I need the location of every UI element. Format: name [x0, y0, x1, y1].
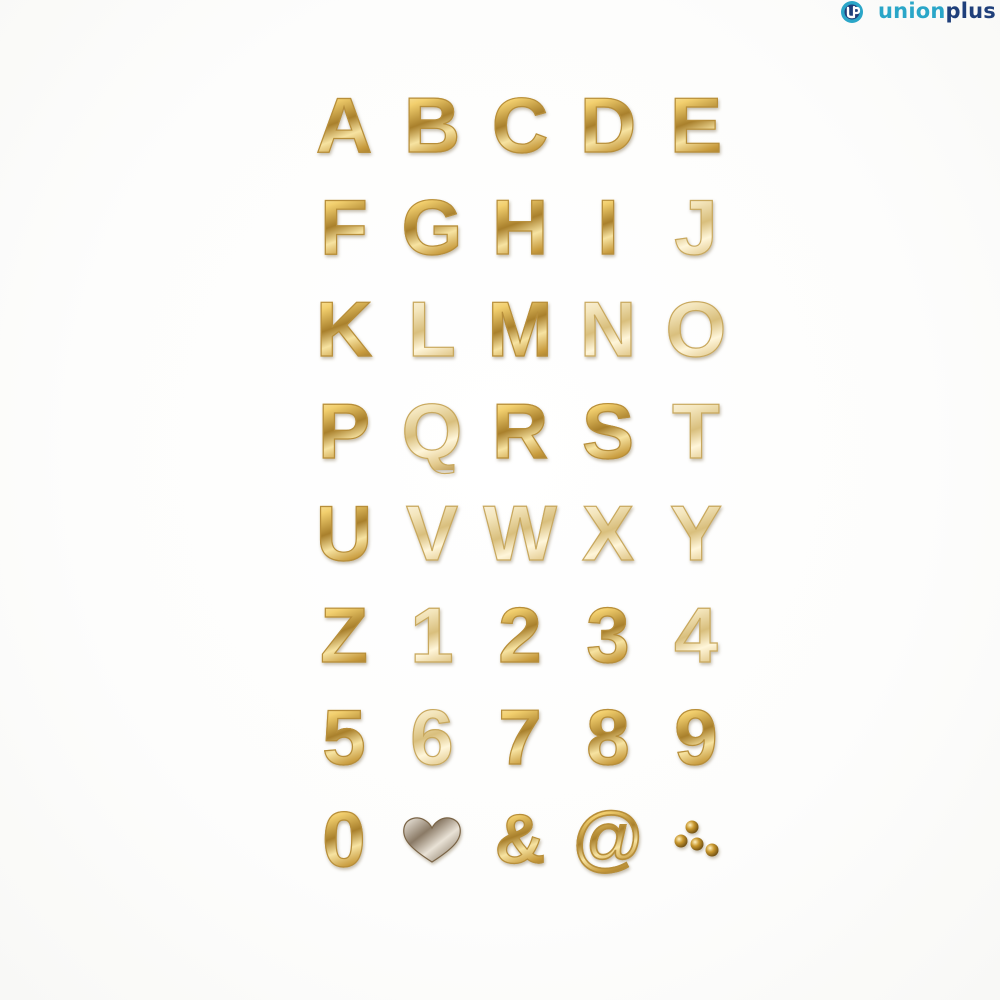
- logo-wordmark: unionplus: [878, 0, 996, 23]
- glyph-cell: L: [388, 278, 476, 380]
- glyph-cell: W: [476, 482, 564, 584]
- glyph-4: 4: [674, 591, 719, 679]
- glyph-cell: B: [388, 74, 476, 176]
- glyph-9: 9: [674, 693, 719, 781]
- glyph-cell: I: [564, 176, 652, 278]
- glyph-X: X: [581, 489, 635, 577]
- glyph-cell: 1: [388, 584, 476, 686]
- glyph-cell: J: [652, 176, 740, 278]
- unionplus-logo-icon: [841, 1, 864, 23]
- product-photo: unionplus A B C D E F G H I J K L M N O …: [0, 0, 1000, 1000]
- glyph-B: B: [403, 81, 461, 169]
- glyph-J: J: [674, 183, 719, 271]
- glyph-cell: X: [564, 482, 652, 584]
- glyph-5: 5: [322, 693, 367, 781]
- glyph-cell: M: [476, 278, 564, 380]
- glyph-D: D: [579, 81, 637, 169]
- glyph-Y: Y: [669, 489, 723, 577]
- glyph-at: @: [571, 799, 646, 879]
- glyph-cell: E: [652, 74, 740, 176]
- logo-word-union: union: [878, 0, 946, 23]
- glyph-I: I: [597, 183, 620, 271]
- glyph-L: L: [408, 285, 457, 373]
- glyph-cell: R: [476, 380, 564, 482]
- glyph-cell: A: [300, 74, 388, 176]
- glyph-T: T: [672, 387, 721, 475]
- glyph-cell: H: [476, 176, 564, 278]
- glyph-cell: T: [652, 380, 740, 482]
- glyph-P: P: [317, 387, 371, 475]
- glyph-K: K: [315, 285, 373, 373]
- glyph-cell: O: [652, 278, 740, 380]
- glyph-cell: P: [300, 380, 388, 482]
- glyph-cell: 6: [388, 686, 476, 788]
- glyph-8: 8: [586, 693, 631, 781]
- glyph-V: V: [405, 489, 459, 577]
- brand-logo: unionplus: [838, 0, 996, 26]
- glyph-ampersand: &: [494, 800, 546, 878]
- glyph-cell: C: [476, 74, 564, 176]
- glyph-cell: 5: [300, 686, 388, 788]
- glyph-cell: D: [564, 74, 652, 176]
- glyph-W: W: [483, 489, 558, 577]
- glyph-Q: Q: [401, 387, 463, 475]
- glyph-H: H: [491, 183, 549, 271]
- glyph-0: 0: [322, 795, 367, 883]
- glyph-cell: V: [388, 482, 476, 584]
- glyph-cell: [388, 788, 476, 890]
- glyph-cell: Q: [388, 380, 476, 482]
- glyph-cell: S: [564, 380, 652, 482]
- glyph-1: 1: [410, 591, 455, 679]
- glyph-cell: 8: [564, 686, 652, 788]
- glyph-cell: Y: [652, 482, 740, 584]
- glyph-cell: Z: [300, 584, 388, 686]
- glyph-cell: 4: [652, 584, 740, 686]
- glyph-F: F: [320, 183, 369, 271]
- glyph-E: E: [669, 81, 723, 169]
- glyph-cell: 3: [564, 584, 652, 686]
- glyph-cell: F: [300, 176, 388, 278]
- glyph-cell: U: [300, 482, 388, 584]
- three-dots-icon: [674, 820, 719, 857]
- glyph-A: A: [315, 81, 373, 169]
- glyph-cell: &: [476, 788, 564, 890]
- glyph-cell: N: [564, 278, 652, 380]
- glyph-G: G: [401, 183, 463, 271]
- glyph-R: R: [491, 387, 549, 475]
- glyph-U: U: [315, 489, 373, 577]
- glyph-3: 3: [586, 591, 631, 679]
- glyph-6: 6: [410, 693, 455, 781]
- glyph-cell: 9: [652, 686, 740, 788]
- glyph-O: O: [665, 285, 727, 373]
- heart-icon: [403, 817, 461, 863]
- glyph-2: 2: [498, 591, 543, 679]
- glyph-cell: 7: [476, 686, 564, 788]
- glyph-S: S: [581, 387, 635, 475]
- glyph-cell: 0: [300, 788, 388, 890]
- glyph-M: M: [487, 285, 553, 373]
- glyph-N: N: [579, 285, 637, 373]
- glyph-cell: 2: [476, 584, 564, 686]
- logo-word-plus: plus: [945, 0, 996, 23]
- glyph-Z: Z: [320, 591, 369, 679]
- glyph-7: 7: [498, 693, 543, 781]
- glyph-cell: G: [388, 176, 476, 278]
- glyph-cell: [652, 788, 740, 890]
- letter-grid: A B C D E F G H I J K L M N O P Q R S T …: [300, 74, 740, 890]
- glyph-cell: @: [564, 788, 652, 890]
- glyph-cell: K: [300, 278, 388, 380]
- glyph-C: C: [491, 81, 549, 169]
